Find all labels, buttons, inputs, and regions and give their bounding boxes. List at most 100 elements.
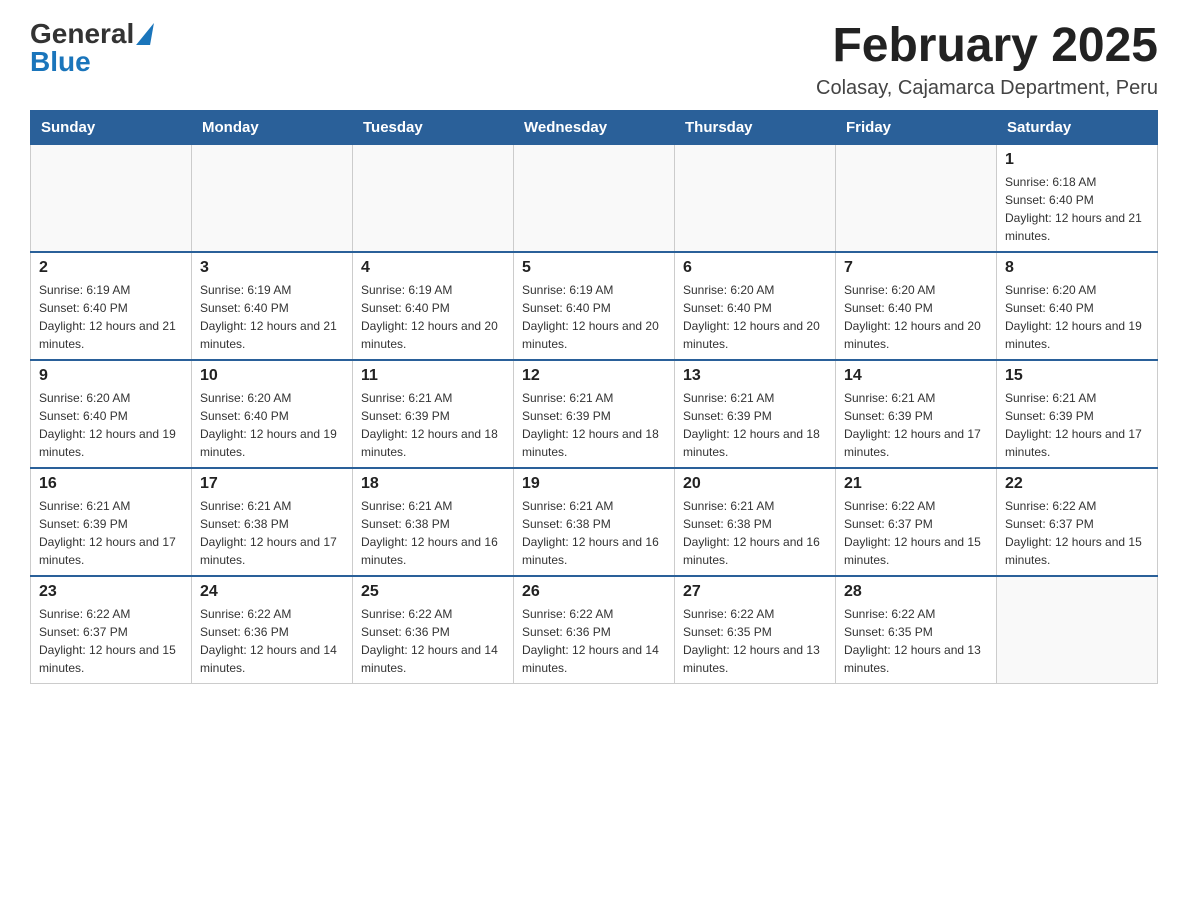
calendar-cell: 16Sunrise: 6:21 AM Sunset: 6:39 PM Dayli… <box>31 468 192 576</box>
day-info: Sunrise: 6:19 AM Sunset: 6:40 PM Dayligh… <box>39 281 183 353</box>
calendar-cell <box>675 144 836 252</box>
day-number: 20 <box>683 475 827 493</box>
day-info: Sunrise: 6:21 AM Sunset: 6:38 PM Dayligh… <box>522 497 666 569</box>
logo-blue-text: Blue <box>30 48 91 76</box>
day-number: 12 <box>522 367 666 385</box>
day-number: 19 <box>522 475 666 493</box>
calendar-cell: 24 Sunrise: 6:22 AM Sunset: 6:36 PM Dayli… <box>192 576 353 684</box>
calendar-cell: 1 Sunrise: 6:18 AM Sunset: 6:40 PM Daylig… <box>997 144 1158 252</box>
day-number: 25 <box>361 583 505 601</box>
column-header-monday: Monday <box>192 110 353 144</box>
calendar-cell: 18 Sunrise: 6:21 AM Sunset: 6:38 PM Dayli… <box>353 468 514 576</box>
day-number: 3 <box>200 259 344 277</box>
calendar-cell: 11 Sunrise: 6:21 AM Sunset: 6:39 PM Dayli… <box>353 360 514 468</box>
calendar-cell <box>353 144 514 252</box>
day-number: 21 <box>844 475 988 493</box>
calendar-week-row: 1 Sunrise: 6:18 AM Sunset: 6:40 PM Daylig… <box>31 144 1158 252</box>
calendar-cell: 27 Sunrise: 6:22 AM Sunset: 6:35 PM Dayli… <box>675 576 836 684</box>
calendar-cell: 8 Sunrise: 6:20 AM Sunset: 6:40 PM Daylig… <box>997 252 1158 360</box>
day-number: 9 <box>39 367 183 385</box>
day-number: 17 <box>200 475 344 493</box>
calendar-header-row: SundayMondayTuesdayWednesdayThursdayFrid… <box>31 110 1158 144</box>
calendar-cell: 25 Sunrise: 6:22 AM Sunset: 6:36 PM Dayli… <box>353 576 514 684</box>
day-number: 7 <box>844 259 988 277</box>
day-info: Sunrise: 6:20 AM Sunset: 6:40 PM Dayligh… <box>683 281 827 353</box>
day-number: 1 <box>1005 151 1149 169</box>
calendar-cell: 14 Sunrise: 6:21 AM Sunset: 6:39 PM Dayli… <box>836 360 997 468</box>
column-header-tuesday: Tuesday <box>353 110 514 144</box>
day-info: Sunrise: 6:19 AM Sunset: 6:40 PM Dayligh… <box>200 281 344 353</box>
calendar-cell: 23Sunrise: 6:22 AM Sunset: 6:37 PM Dayli… <box>31 576 192 684</box>
day-number: 6 <box>683 259 827 277</box>
calendar-cell: 3 Sunrise: 6:19 AM Sunset: 6:40 PM Daylig… <box>192 252 353 360</box>
day-info: Sunrise: 6:21 AM Sunset: 6:39 PM Dayligh… <box>522 389 666 461</box>
calendar-cell: 22 Sunrise: 6:22 AM Sunset: 6:37 PM Dayli… <box>997 468 1158 576</box>
location-text: Colasay, Cajamarca Department, Peru <box>816 77 1158 100</box>
day-info: Sunrise: 6:19 AM Sunset: 6:40 PM Dayligh… <box>522 281 666 353</box>
day-info: Sunrise: 6:22 AM Sunset: 6:36 PM Dayligh… <box>200 605 344 677</box>
logo-general-text: General <box>30 20 134 48</box>
day-number: 16 <box>39 475 183 493</box>
calendar-cell: 28Sunrise: 6:22 AM Sunset: 6:35 PM Dayli… <box>836 576 997 684</box>
day-info: Sunrise: 6:21 AM Sunset: 6:38 PM Dayligh… <box>361 497 505 569</box>
day-info: Sunrise: 6:20 AM Sunset: 6:40 PM Dayligh… <box>844 281 988 353</box>
day-number: 18 <box>361 475 505 493</box>
calendar-week-row: 2 Sunrise: 6:19 AM Sunset: 6:40 PM Daylig… <box>31 252 1158 360</box>
day-number: 11 <box>361 367 505 385</box>
day-info: Sunrise: 6:22 AM Sunset: 6:36 PM Dayligh… <box>361 605 505 677</box>
calendar-cell <box>31 144 192 252</box>
calendar-week-row: 9 Sunrise: 6:20 AM Sunset: 6:40 PM Daylig… <box>31 360 1158 468</box>
calendar-cell: 5 Sunrise: 6:19 AM Sunset: 6:40 PM Daylig… <box>514 252 675 360</box>
calendar-cell: 13Sunrise: 6:21 AM Sunset: 6:39 PM Dayli… <box>675 360 836 468</box>
day-number: 28 <box>844 583 988 601</box>
calendar-cell: 12 Sunrise: 6:21 AM Sunset: 6:39 PM Dayli… <box>514 360 675 468</box>
calendar-cell <box>514 144 675 252</box>
day-info: Sunrise: 6:20 AM Sunset: 6:40 PM Dayligh… <box>200 389 344 461</box>
day-number: 14 <box>844 367 988 385</box>
column-header-friday: Friday <box>836 110 997 144</box>
month-title: February 2025 <box>816 20 1158 73</box>
title-section: February 2025 Colasay, Cajamarca Departm… <box>816 20 1158 100</box>
day-info: Sunrise: 6:21 AM Sunset: 6:39 PM Dayligh… <box>1005 389 1149 461</box>
day-number: 2 <box>39 259 183 277</box>
day-number: 27 <box>683 583 827 601</box>
column-header-thursday: Thursday <box>675 110 836 144</box>
calendar-week-row: 16Sunrise: 6:21 AM Sunset: 6:39 PM Dayli… <box>31 468 1158 576</box>
day-info: Sunrise: 6:18 AM Sunset: 6:40 PM Dayligh… <box>1005 173 1149 245</box>
day-info: Sunrise: 6:22 AM Sunset: 6:37 PM Dayligh… <box>844 497 988 569</box>
column-header-wednesday: Wednesday <box>514 110 675 144</box>
page-header: General Blue February 2025 Colasay, Caja… <box>30 20 1158 100</box>
day-number: 5 <box>522 259 666 277</box>
logo: General Blue <box>30 20 152 76</box>
calendar-cell: 26 Sunrise: 6:22 AM Sunset: 6:36 PM Dayli… <box>514 576 675 684</box>
day-number: 15 <box>1005 367 1149 385</box>
calendar-week-row: 23Sunrise: 6:22 AM Sunset: 6:37 PM Dayli… <box>31 576 1158 684</box>
column-header-saturday: Saturday <box>997 110 1158 144</box>
calendar-cell <box>836 144 997 252</box>
calendar-cell: 21 Sunrise: 6:22 AM Sunset: 6:37 PM Dayli… <box>836 468 997 576</box>
day-number: 4 <box>361 259 505 277</box>
day-info: Sunrise: 6:21 AM Sunset: 6:38 PM Dayligh… <box>200 497 344 569</box>
day-info: Sunrise: 6:22 AM Sunset: 6:35 PM Dayligh… <box>683 605 827 677</box>
calendar-cell <box>192 144 353 252</box>
day-info: Sunrise: 6:21 AM Sunset: 6:39 PM Dayligh… <box>844 389 988 461</box>
column-header-sunday: Sunday <box>31 110 192 144</box>
calendar-cell: 10 Sunrise: 6:20 AM Sunset: 6:40 PM Dayli… <box>192 360 353 468</box>
day-number: 22 <box>1005 475 1149 493</box>
calendar-cell: 6 Sunrise: 6:20 AM Sunset: 6:40 PM Daylig… <box>675 252 836 360</box>
day-info: Sunrise: 6:19 AM Sunset: 6:40 PM Dayligh… <box>361 281 505 353</box>
day-number: 24 <box>200 583 344 601</box>
day-info: Sunrise: 6:22 AM Sunset: 6:37 PM Dayligh… <box>1005 497 1149 569</box>
day-number: 10 <box>200 367 344 385</box>
day-number: 26 <box>522 583 666 601</box>
day-info: Sunrise: 6:22 AM Sunset: 6:36 PM Dayligh… <box>522 605 666 677</box>
calendar-cell: 2 Sunrise: 6:19 AM Sunset: 6:40 PM Daylig… <box>31 252 192 360</box>
calendar-cell: 20Sunrise: 6:21 AM Sunset: 6:38 PM Dayli… <box>675 468 836 576</box>
calendar-table: SundayMondayTuesdayWednesdayThursdayFrid… <box>30 110 1158 684</box>
day-info: Sunrise: 6:21 AM Sunset: 6:39 PM Dayligh… <box>361 389 505 461</box>
day-info: Sunrise: 6:20 AM Sunset: 6:40 PM Dayligh… <box>1005 281 1149 353</box>
day-number: 8 <box>1005 259 1149 277</box>
calendar-cell <box>997 576 1158 684</box>
calendar-cell: 19 Sunrise: 6:21 AM Sunset: 6:38 PM Dayli… <box>514 468 675 576</box>
calendar-cell: 15 Sunrise: 6:21 AM Sunset: 6:39 PM Dayli… <box>997 360 1158 468</box>
